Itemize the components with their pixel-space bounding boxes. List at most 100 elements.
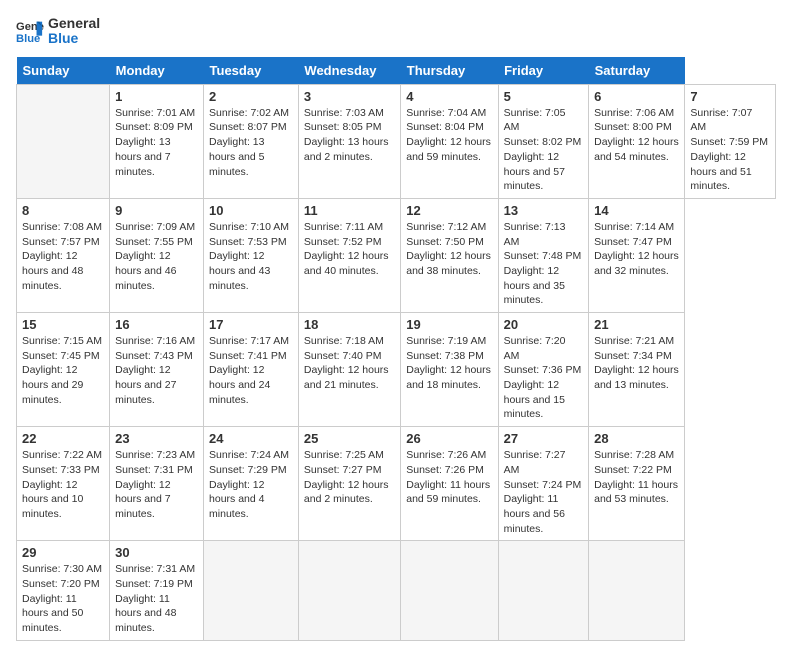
weekday-header-friday: Friday	[498, 57, 589, 85]
day-number: 3	[304, 89, 395, 104]
day-cell: 28 Sunrise: 7:28 AMSunset: 7:22 PMDaylig…	[589, 427, 685, 541]
logo-icon: General Blue	[16, 17, 44, 45]
day-cell	[589, 541, 685, 640]
day-info: Sunrise: 7:26 AMSunset: 7:26 PMDaylight:…	[406, 448, 492, 507]
logo-general: General	[48, 16, 100, 31]
day-number: 15	[22, 317, 104, 332]
day-info: Sunrise: 7:06 AMSunset: 8:00 PMDaylight:…	[594, 106, 679, 165]
day-number: 1	[115, 89, 198, 104]
day-info: Sunrise: 7:09 AMSunset: 7:55 PMDaylight:…	[115, 220, 198, 293]
day-info: Sunrise: 7:19 AMSunset: 7:38 PMDaylight:…	[406, 334, 492, 393]
day-info: Sunrise: 7:04 AMSunset: 8:04 PMDaylight:…	[406, 106, 492, 165]
day-cell: 9 Sunrise: 7:09 AMSunset: 7:55 PMDayligh…	[110, 198, 204, 312]
day-number: 4	[406, 89, 492, 104]
day-cell: 5 Sunrise: 7:05 AMSunset: 8:02 PMDayligh…	[498, 84, 589, 198]
empty-cell	[17, 84, 110, 198]
day-number: 27	[504, 431, 584, 446]
weekday-header-monday: Monday	[110, 57, 204, 85]
day-cell: 12 Sunrise: 7:12 AMSunset: 7:50 PMDaylig…	[401, 198, 498, 312]
day-info: Sunrise: 7:17 AMSunset: 7:41 PMDaylight:…	[209, 334, 293, 407]
day-cell: 20 Sunrise: 7:20 AMSunset: 7:36 PMDaylig…	[498, 313, 589, 427]
day-info: Sunrise: 7:23 AMSunset: 7:31 PMDaylight:…	[115, 448, 198, 521]
day-cell: 8 Sunrise: 7:08 AMSunset: 7:57 PMDayligh…	[17, 198, 110, 312]
weekday-header-thursday: Thursday	[401, 57, 498, 85]
day-cell	[401, 541, 498, 640]
day-info: Sunrise: 7:14 AMSunset: 7:47 PMDaylight:…	[594, 220, 679, 279]
day-cell: 25 Sunrise: 7:25 AMSunset: 7:27 PMDaylig…	[298, 427, 400, 541]
day-cell: 18 Sunrise: 7:18 AMSunset: 7:40 PMDaylig…	[298, 313, 400, 427]
day-number: 5	[504, 89, 584, 104]
day-cell: 16 Sunrise: 7:16 AMSunset: 7:43 PMDaylig…	[110, 313, 204, 427]
day-info: Sunrise: 7:07 AMSunset: 7:59 PMDaylight:…	[690, 106, 770, 194]
day-number: 16	[115, 317, 198, 332]
day-info: Sunrise: 7:01 AMSunset: 8:09 PMDaylight:…	[115, 106, 198, 179]
day-info: Sunrise: 7:03 AMSunset: 8:05 PMDaylight:…	[304, 106, 395, 165]
day-info: Sunrise: 7:31 AMSunset: 7:19 PMDaylight:…	[115, 562, 198, 635]
day-cell: 24 Sunrise: 7:24 AMSunset: 7:29 PMDaylig…	[204, 427, 299, 541]
day-info: Sunrise: 7:16 AMSunset: 7:43 PMDaylight:…	[115, 334, 198, 407]
day-cell: 14 Sunrise: 7:14 AMSunset: 7:47 PMDaylig…	[589, 198, 685, 312]
day-cell	[498, 541, 589, 640]
day-number: 29	[22, 545, 104, 560]
day-info: Sunrise: 7:08 AMSunset: 7:57 PMDaylight:…	[22, 220, 104, 293]
day-number: 21	[594, 317, 679, 332]
day-number: 14	[594, 203, 679, 218]
day-number: 17	[209, 317, 293, 332]
day-number: 11	[304, 203, 395, 218]
day-info: Sunrise: 7:12 AMSunset: 7:50 PMDaylight:…	[406, 220, 492, 279]
day-number: 9	[115, 203, 198, 218]
day-info: Sunrise: 7:21 AMSunset: 7:34 PMDaylight:…	[594, 334, 679, 393]
day-info: Sunrise: 7:24 AMSunset: 7:29 PMDaylight:…	[209, 448, 293, 521]
day-cell	[298, 541, 400, 640]
day-info: Sunrise: 7:27 AMSunset: 7:24 PMDaylight:…	[504, 448, 584, 536]
weekday-header-tuesday: Tuesday	[204, 57, 299, 85]
day-number: 26	[406, 431, 492, 446]
day-info: Sunrise: 7:13 AMSunset: 7:48 PMDaylight:…	[504, 220, 584, 308]
day-info: Sunrise: 7:10 AMSunset: 7:53 PMDaylight:…	[209, 220, 293, 293]
day-number: 23	[115, 431, 198, 446]
day-number: 18	[304, 317, 395, 332]
day-number: 28	[594, 431, 679, 446]
day-cell: 11 Sunrise: 7:11 AMSunset: 7:52 PMDaylig…	[298, 198, 400, 312]
day-cell: 22 Sunrise: 7:22 AMSunset: 7:33 PMDaylig…	[17, 427, 110, 541]
day-cell: 21 Sunrise: 7:21 AMSunset: 7:34 PMDaylig…	[589, 313, 685, 427]
day-info: Sunrise: 7:05 AMSunset: 8:02 PMDaylight:…	[504, 106, 584, 194]
day-number: 19	[406, 317, 492, 332]
day-number: 12	[406, 203, 492, 218]
day-number: 24	[209, 431, 293, 446]
day-cell: 3 Sunrise: 7:03 AMSunset: 8:05 PMDayligh…	[298, 84, 400, 198]
day-cell	[204, 541, 299, 640]
day-number: 13	[504, 203, 584, 218]
calendar-table: SundayMondayTuesdayWednesdayThursdayFrid…	[16, 57, 776, 641]
day-info: Sunrise: 7:25 AMSunset: 7:27 PMDaylight:…	[304, 448, 395, 507]
day-cell: 4 Sunrise: 7:04 AMSunset: 8:04 PMDayligh…	[401, 84, 498, 198]
day-number: 8	[22, 203, 104, 218]
day-cell: 6 Sunrise: 7:06 AMSunset: 8:00 PMDayligh…	[589, 84, 685, 198]
day-cell: 13 Sunrise: 7:13 AMSunset: 7:48 PMDaylig…	[498, 198, 589, 312]
day-cell: 10 Sunrise: 7:10 AMSunset: 7:53 PMDaylig…	[204, 198, 299, 312]
day-number: 30	[115, 545, 198, 560]
day-number: 10	[209, 203, 293, 218]
page-header: General Blue General Blue	[16, 16, 776, 47]
day-number: 2	[209, 89, 293, 104]
day-cell: 7 Sunrise: 7:07 AMSunset: 7:59 PMDayligh…	[685, 84, 776, 198]
weekday-header-saturday: Saturday	[589, 57, 685, 85]
day-cell: 2 Sunrise: 7:02 AMSunset: 8:07 PMDayligh…	[204, 84, 299, 198]
day-info: Sunrise: 7:22 AMSunset: 7:33 PMDaylight:…	[22, 448, 104, 521]
day-info: Sunrise: 7:11 AMSunset: 7:52 PMDaylight:…	[304, 220, 395, 279]
day-cell: 26 Sunrise: 7:26 AMSunset: 7:26 PMDaylig…	[401, 427, 498, 541]
weekday-header-sunday: Sunday	[17, 57, 110, 85]
logo: General Blue General Blue	[16, 16, 100, 47]
day-number: 22	[22, 431, 104, 446]
day-info: Sunrise: 7:28 AMSunset: 7:22 PMDaylight:…	[594, 448, 679, 507]
day-info: Sunrise: 7:02 AMSunset: 8:07 PMDaylight:…	[209, 106, 293, 179]
day-cell: 27 Sunrise: 7:27 AMSunset: 7:24 PMDaylig…	[498, 427, 589, 541]
day-cell: 15 Sunrise: 7:15 AMSunset: 7:45 PMDaylig…	[17, 313, 110, 427]
day-info: Sunrise: 7:18 AMSunset: 7:40 PMDaylight:…	[304, 334, 395, 393]
day-number: 7	[690, 89, 770, 104]
day-info: Sunrise: 7:15 AMSunset: 7:45 PMDaylight:…	[22, 334, 104, 407]
day-cell: 30 Sunrise: 7:31 AMSunset: 7:19 PMDaylig…	[110, 541, 204, 640]
day-cell: 29 Sunrise: 7:30 AMSunset: 7:20 PMDaylig…	[17, 541, 110, 640]
day-number: 6	[594, 89, 679, 104]
day-cell: 23 Sunrise: 7:23 AMSunset: 7:31 PMDaylig…	[110, 427, 204, 541]
